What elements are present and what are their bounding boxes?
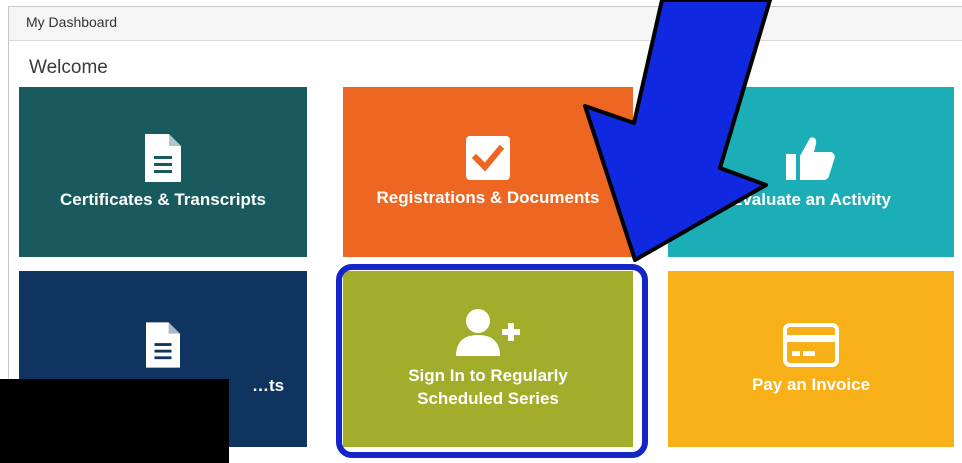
tile-evaluate-activity[interactable]: Evaluate an Activity bbox=[668, 87, 954, 257]
tile-label-line2: Scheduled Series bbox=[417, 389, 559, 408]
tile-label: Registrations & Documents bbox=[376, 187, 600, 207]
document-icon bbox=[145, 133, 181, 182]
tile-label: Evaluate an Activity bbox=[731, 189, 891, 209]
tile-label: Certificates & Transcripts bbox=[60, 189, 266, 209]
tile-label-line1: Sign In to Regularly bbox=[408, 366, 568, 385]
thumbs-up-icon bbox=[786, 136, 835, 180]
tile-certificates-transcripts[interactable]: Certificates & Transcripts bbox=[19, 87, 307, 257]
panel-title: My Dashboard bbox=[9, 7, 962, 41]
document-icon bbox=[146, 321, 180, 368]
checkbox-icon bbox=[466, 135, 510, 180]
tile-sign-in-series[interactable]: Sign In to Regularly Scheduled Series bbox=[343, 271, 633, 447]
redaction-block bbox=[0, 379, 229, 463]
tile-registrations-documents[interactable]: Registrations & Documents bbox=[343, 87, 633, 257]
tile-label: Pay an Invoice bbox=[751, 374, 871, 394]
credit-card-icon bbox=[783, 322, 839, 367]
tile-pay-invoice[interactable]: Pay an Invoice bbox=[668, 271, 954, 447]
welcome-heading: Welcome bbox=[29, 57, 108, 78]
user-plus-icon bbox=[456, 309, 520, 356]
